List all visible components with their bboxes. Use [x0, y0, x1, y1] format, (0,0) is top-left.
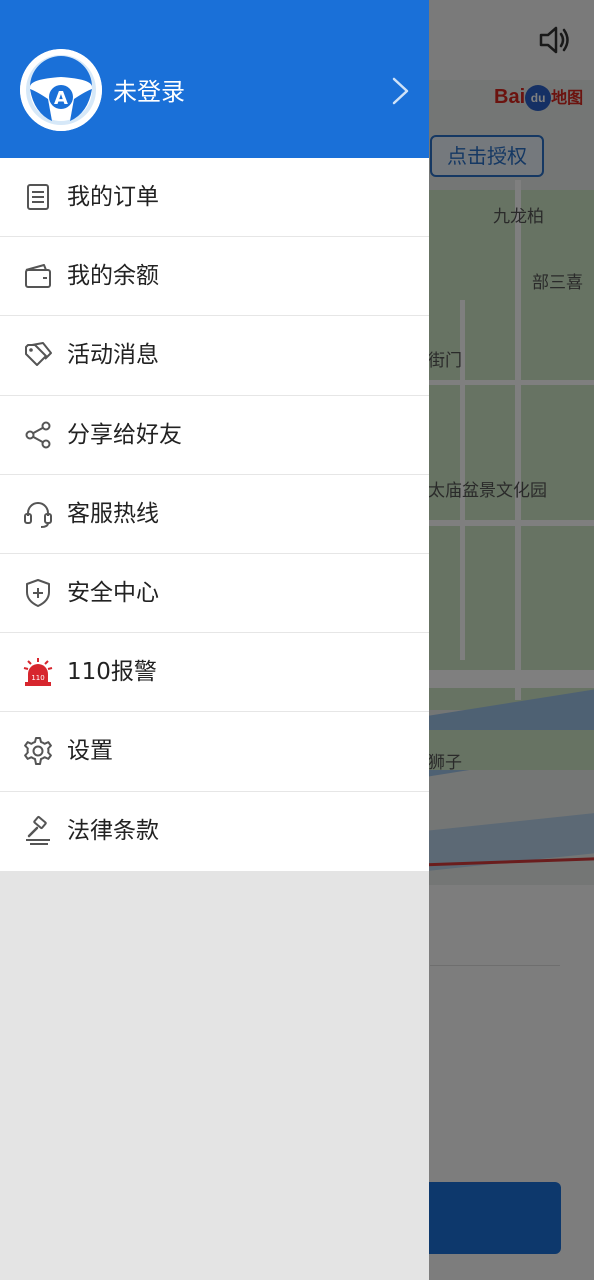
menu-item-activity-messages[interactable]: 活动消息 [0, 316, 429, 396]
menu-item-label: 我的余额 [67, 263, 159, 290]
menu-item-label: 分享给好友 [67, 421, 182, 448]
menu-item-orders[interactable]: 我的订单 [0, 158, 429, 238]
navigation-drawer: A 未登录 我的订单 我的余额 活动消息 分享给好友 客服热线 安全中心 110… [0, 0, 429, 1280]
login-status-label: 未登录 [113, 78, 185, 106]
menu-item-customer-service[interactable]: 客服热线 [0, 475, 429, 554]
share-icon [25, 421, 51, 449]
steering-wheel-logo: A [20, 49, 102, 131]
menu-item-legal-terms[interactable]: 法律条款 [0, 792, 429, 871]
menu-item-balance[interactable]: 我的余额 [0, 237, 429, 317]
menu-item-label: 客服热线 [67, 500, 159, 527]
gavel-icon [26, 816, 50, 846]
wallet-icon [25, 264, 51, 289]
menu-item-settings[interactable]: 设置 [0, 712, 429, 792]
police-siren-icon: 110 [23, 658, 53, 687]
chevron-right-icon [392, 77, 409, 105]
menu-item-label: 活动消息 [67, 342, 159, 369]
gear-icon [24, 737, 52, 766]
menu-item-label: 法律条款 [67, 818, 159, 845]
menu-item-label: 设置 [67, 738, 113, 765]
tag-icon [25, 342, 52, 367]
menu-item-share[interactable]: 分享给好友 [0, 396, 429, 475]
svg-text:A: A [54, 88, 68, 109]
menu-item-label: 我的订单 [67, 184, 159, 211]
headset-icon [24, 501, 52, 528]
menu-item-safety-center[interactable]: 安全中心 [0, 554, 429, 634]
profile-header[interactable]: A 未登录 [0, 0, 429, 158]
menu-item-label: 110报警 [67, 659, 157, 686]
menu-item-label: 安全中心 [67, 580, 159, 607]
menu-item-police-110[interactable]: 110 110报警 [0, 633, 429, 713]
order-list-icon [27, 184, 49, 211]
svg-text:110: 110 [31, 674, 44, 682]
drawer-menu: 我的订单 我的余额 活动消息 分享给好友 客服热线 安全中心 110 110报警… [0, 158, 429, 871]
shield-icon [26, 579, 50, 608]
